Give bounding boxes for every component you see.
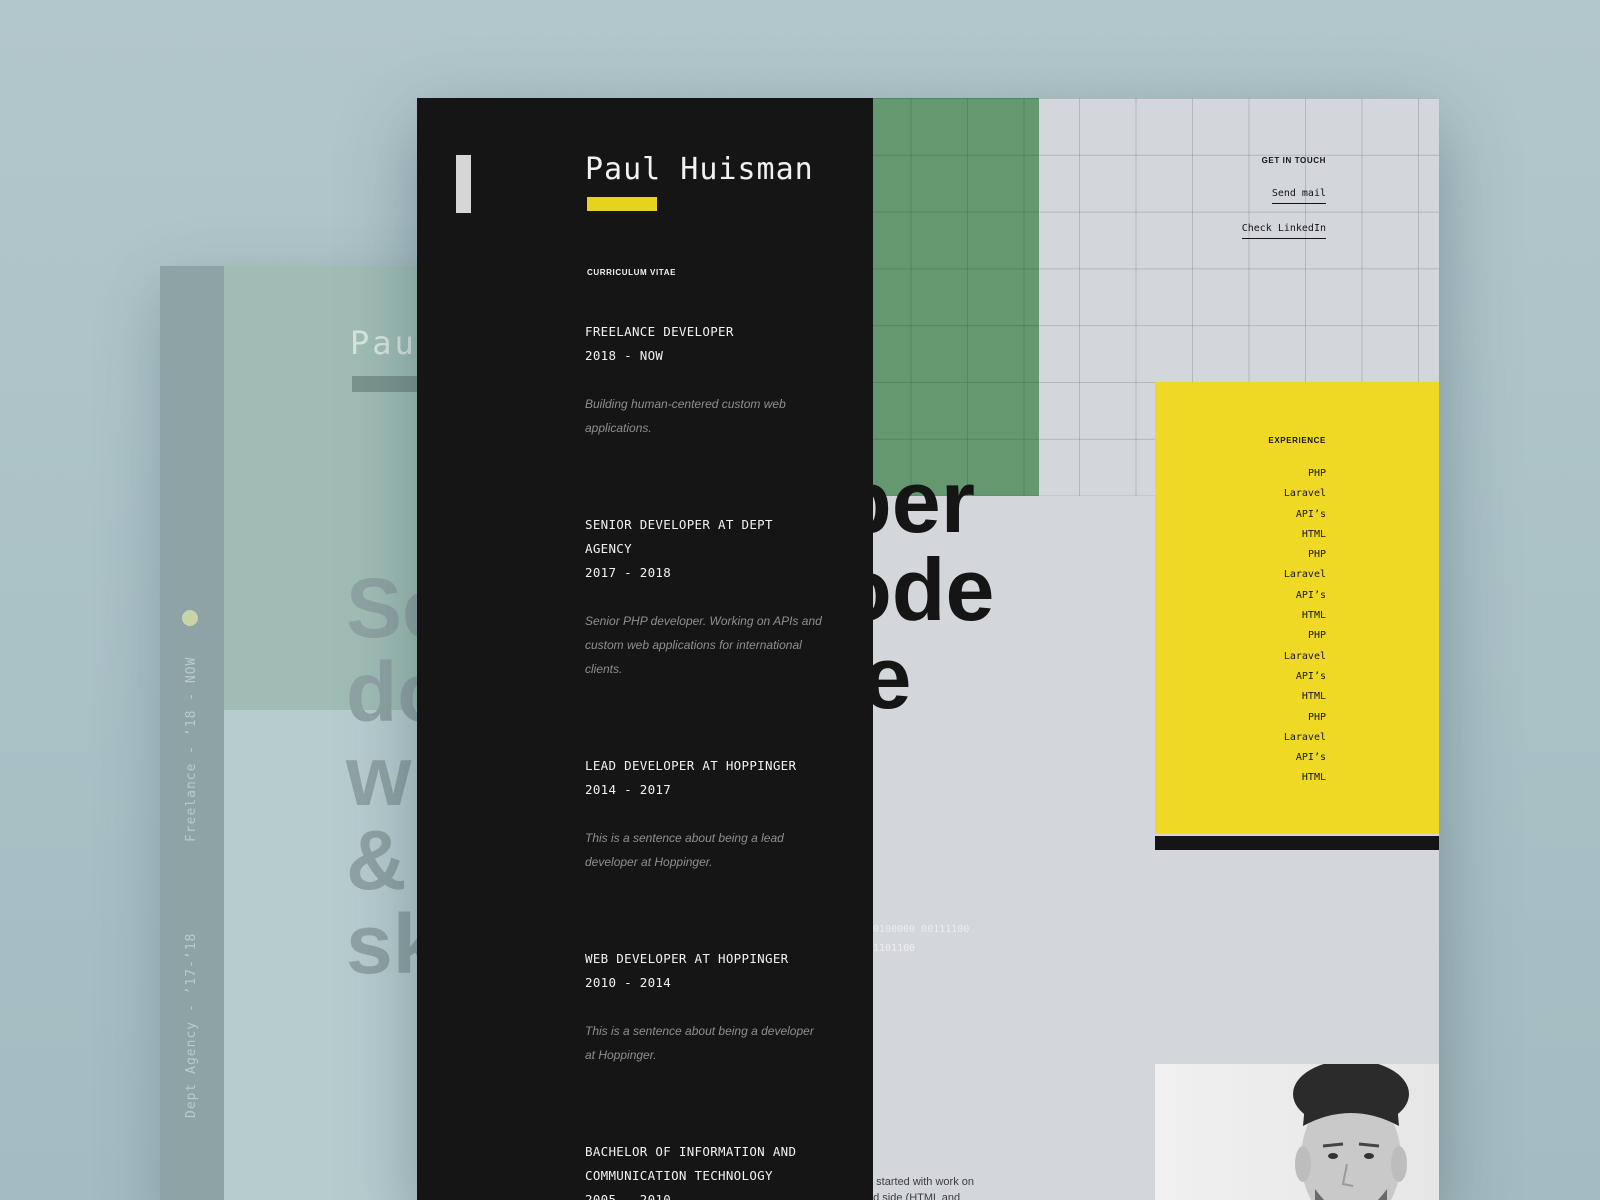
cv-sidebar: Paul Huisman CURRICULUM VITAE FREELANCE … — [417, 98, 873, 1200]
background-page-preview: Freelance - ’18 - NOW Dept Agency - ’17-… — [160, 266, 460, 1200]
job-title: LEAD DEVELOPER AT HOPPINGER — [585, 758, 797, 773]
section-label: CURRICULUM VITAE — [587, 268, 677, 277]
experience-item: Laravel — [1283, 731, 1326, 743]
experience-list: PHP Laravel API’s HTML PHP Laravel API’s… — [1284, 464, 1326, 789]
background-name: Pau — [350, 324, 417, 362]
job-title: SENIOR DEVELOPER AT DEPT AGENCY — [585, 517, 773, 556]
status-dot — [182, 610, 198, 626]
job-entry: SENIOR DEVELOPER AT DEPT AGENCY 2017 - 2… — [585, 513, 825, 681]
menu-icon[interactable] — [456, 155, 471, 213]
job-description: This is a sentence about being a develop… — [585, 1024, 814, 1062]
job-period: 2005 - 2010 — [585, 1192, 672, 1200]
experience-item: API’s — [1295, 752, 1326, 764]
experience-panel-bottom-bar — [1155, 836, 1439, 850]
send-mail-link[interactable]: Send mail — [1271, 188, 1326, 204]
name-underline — [587, 197, 657, 211]
job-title: BACHELOR OF INFORMATION AND COMMUNICATIO… — [585, 1144, 797, 1183]
experience-item: Laravel — [1283, 650, 1326, 662]
job-description: Building human-centered custom web appli… — [585, 397, 786, 435]
resume-page: per ode le GET IN TOUCH Send mail Check … — [417, 98, 1439, 1200]
background-sidebar: Freelance - ’18 - NOW Dept Agency - ’17-… — [160, 266, 224, 1200]
vertical-label-freelance: Freelance - ’18 - NOW — [184, 656, 199, 842]
vertical-label-dept: Dept Agency - ’17-’18 — [184, 932, 199, 1118]
job-entry: LEAD DEVELOPER AT HOPPINGER 2014 - 2017 … — [585, 754, 825, 874]
binary-text: 00100000 00111100 01101100 — [867, 924, 970, 954]
experience-item: HTML — [1301, 528, 1326, 540]
experience-item: Laravel — [1283, 569, 1326, 581]
job-description: This is a sentence about being a lead de… — [585, 831, 784, 869]
job-description: Senior PHP developer. Working on APIs an… — [585, 614, 822, 676]
experience-item: PHP — [1307, 630, 1326, 642]
job-entry: WEB DEVELOPER AT HOPPINGER 2010 - 2014 T… — [585, 947, 825, 1067]
bio-text: g started with work on nd side (HTML and — [867, 1176, 974, 1200]
job-period: 2018 - NOW — [585, 348, 664, 363]
job-period: 2010 - 2014 — [585, 975, 672, 990]
experience-item: Laravel — [1283, 488, 1326, 500]
job-title: FREELANCE DEVELOPER — [585, 324, 734, 339]
contact-section: GET IN TOUCH Send mail Check LinkedIn — [1241, 156, 1326, 253]
job-period: 2014 - 2017 — [585, 782, 672, 797]
experience-item: PHP — [1307, 468, 1326, 479]
experience-item: PHP — [1307, 549, 1326, 561]
job-entry: BACHELOR OF INFORMATION AND COMMUNICATIO… — [585, 1140, 825, 1200]
experience-item: HTML — [1301, 610, 1326, 622]
person-name: Paul Huisman — [585, 152, 814, 187]
portrait-image — [1293, 1064, 1409, 1200]
experience-item: HTML — [1301, 772, 1326, 784]
experience-item: API’s — [1295, 508, 1326, 520]
contact-title: GET IN TOUCH — [1261, 156, 1326, 165]
experience-item: API’s — [1295, 670, 1326, 682]
job-title: WEB DEVELOPER AT HOPPINGER — [585, 951, 789, 966]
job-period: 2017 - 2018 — [585, 565, 672, 580]
green-block — [870, 98, 1039, 496]
experience-item: PHP — [1307, 711, 1326, 723]
profile-photo — [1155, 1064, 1439, 1200]
experience-panel: EXPERIENCE PHP Laravel API’s HTML PHP La… — [1155, 382, 1439, 834]
linkedin-link[interactable]: Check LinkedIn — [1241, 223, 1326, 239]
job-entry: FREELANCE DEVELOPER 2018 - NOW Building … — [585, 320, 825, 440]
experience-title: EXPERIENCE — [1268, 436, 1326, 445]
experience-item: HTML — [1301, 691, 1326, 703]
experience-item: API’s — [1295, 589, 1326, 601]
